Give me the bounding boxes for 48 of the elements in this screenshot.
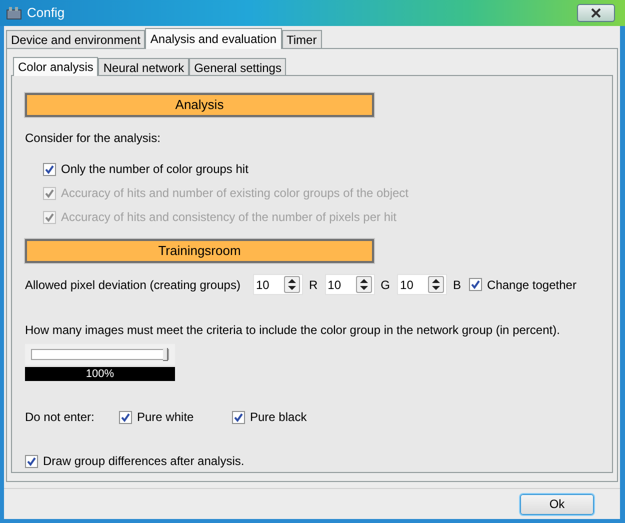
- number-field[interactable]: 10: [397, 274, 448, 295]
- tab[interactable]: Device and environment: [6, 30, 146, 48]
- option-label: Accuracy of hits and consistency of the number of pixels per hit: [61, 209, 397, 226]
- checkbox[interactable]: [119, 410, 132, 424]
- channel-suffix: R: [309, 276, 318, 294]
- tab[interactable]: General settings: [189, 58, 286, 75]
- channel-suffix: B: [453, 276, 462, 294]
- number-field[interactable]: 10: [324, 274, 375, 295]
- checkmark-icon: [45, 164, 54, 174]
- section-header: Analysis: [25, 93, 374, 117]
- checkbox[interactable]: [469, 278, 482, 291]
- percent-readout: 100%: [25, 367, 175, 381]
- deviation-label: Allowed pixel deviation (creating groups): [25, 276, 242, 294]
- checkbox[interactable]: [25, 454, 38, 468]
- checkmark-icon: [45, 212, 54, 222]
- channel-suffix: G: [380, 276, 390, 294]
- tab[interactable]: Analysis and evaluation: [145, 28, 282, 49]
- tab[interactable]: Timer: [282, 30, 322, 48]
- close-button[interactable]: [577, 4, 615, 22]
- checkbox-label: Pure black: [250, 409, 307, 426]
- spin-arrows-icon: [432, 278, 440, 291]
- checkbox-label: Draw group differences after analysis.: [43, 453, 244, 470]
- section-header: Trainingsroom: [25, 239, 374, 263]
- slider-track[interactable]: [31, 349, 169, 360]
- checkmark-icon: [234, 412, 243, 422]
- checkmark-icon: [45, 188, 54, 198]
- ok-button[interactable]: Ok: [520, 494, 594, 514]
- checkbox[interactable]: [43, 162, 56, 176]
- prompt-label: Consider for the analysis:: [25, 130, 160, 147]
- checkmark-icon: [27, 456, 36, 466]
- checkbox-label: Pure white: [137, 409, 194, 426]
- criteria-label: How many images must meet the criteria to include the color group in the network group (in percent).: [25, 322, 560, 339]
- window-title: Config: [27, 4, 65, 22]
- number-field[interactable]: 10: [253, 274, 303, 295]
- do-not-enter-label: Do not enter:: [25, 409, 96, 426]
- checkbox-label: Change together: [487, 276, 576, 294]
- close-icon: [591, 8, 601, 18]
- slider-thumb[interactable]: [163, 348, 168, 361]
- tab[interactable]: Neural network: [98, 58, 190, 75]
- option-label: Only the number of color groups hit: [61, 161, 248, 178]
- checkmark-icon: [471, 280, 480, 289]
- tab[interactable]: Color analysis: [13, 57, 98, 76]
- spin-arrows-icon: [360, 278, 368, 291]
- checkbox[interactable]: [232, 410, 245, 424]
- option-label: Accuracy of hits and number of existing color groups of the object: [61, 185, 409, 202]
- spin-arrows-icon: [288, 278, 296, 291]
- app-icon: [6, 6, 22, 20]
- checkmark-icon: [121, 412, 130, 422]
